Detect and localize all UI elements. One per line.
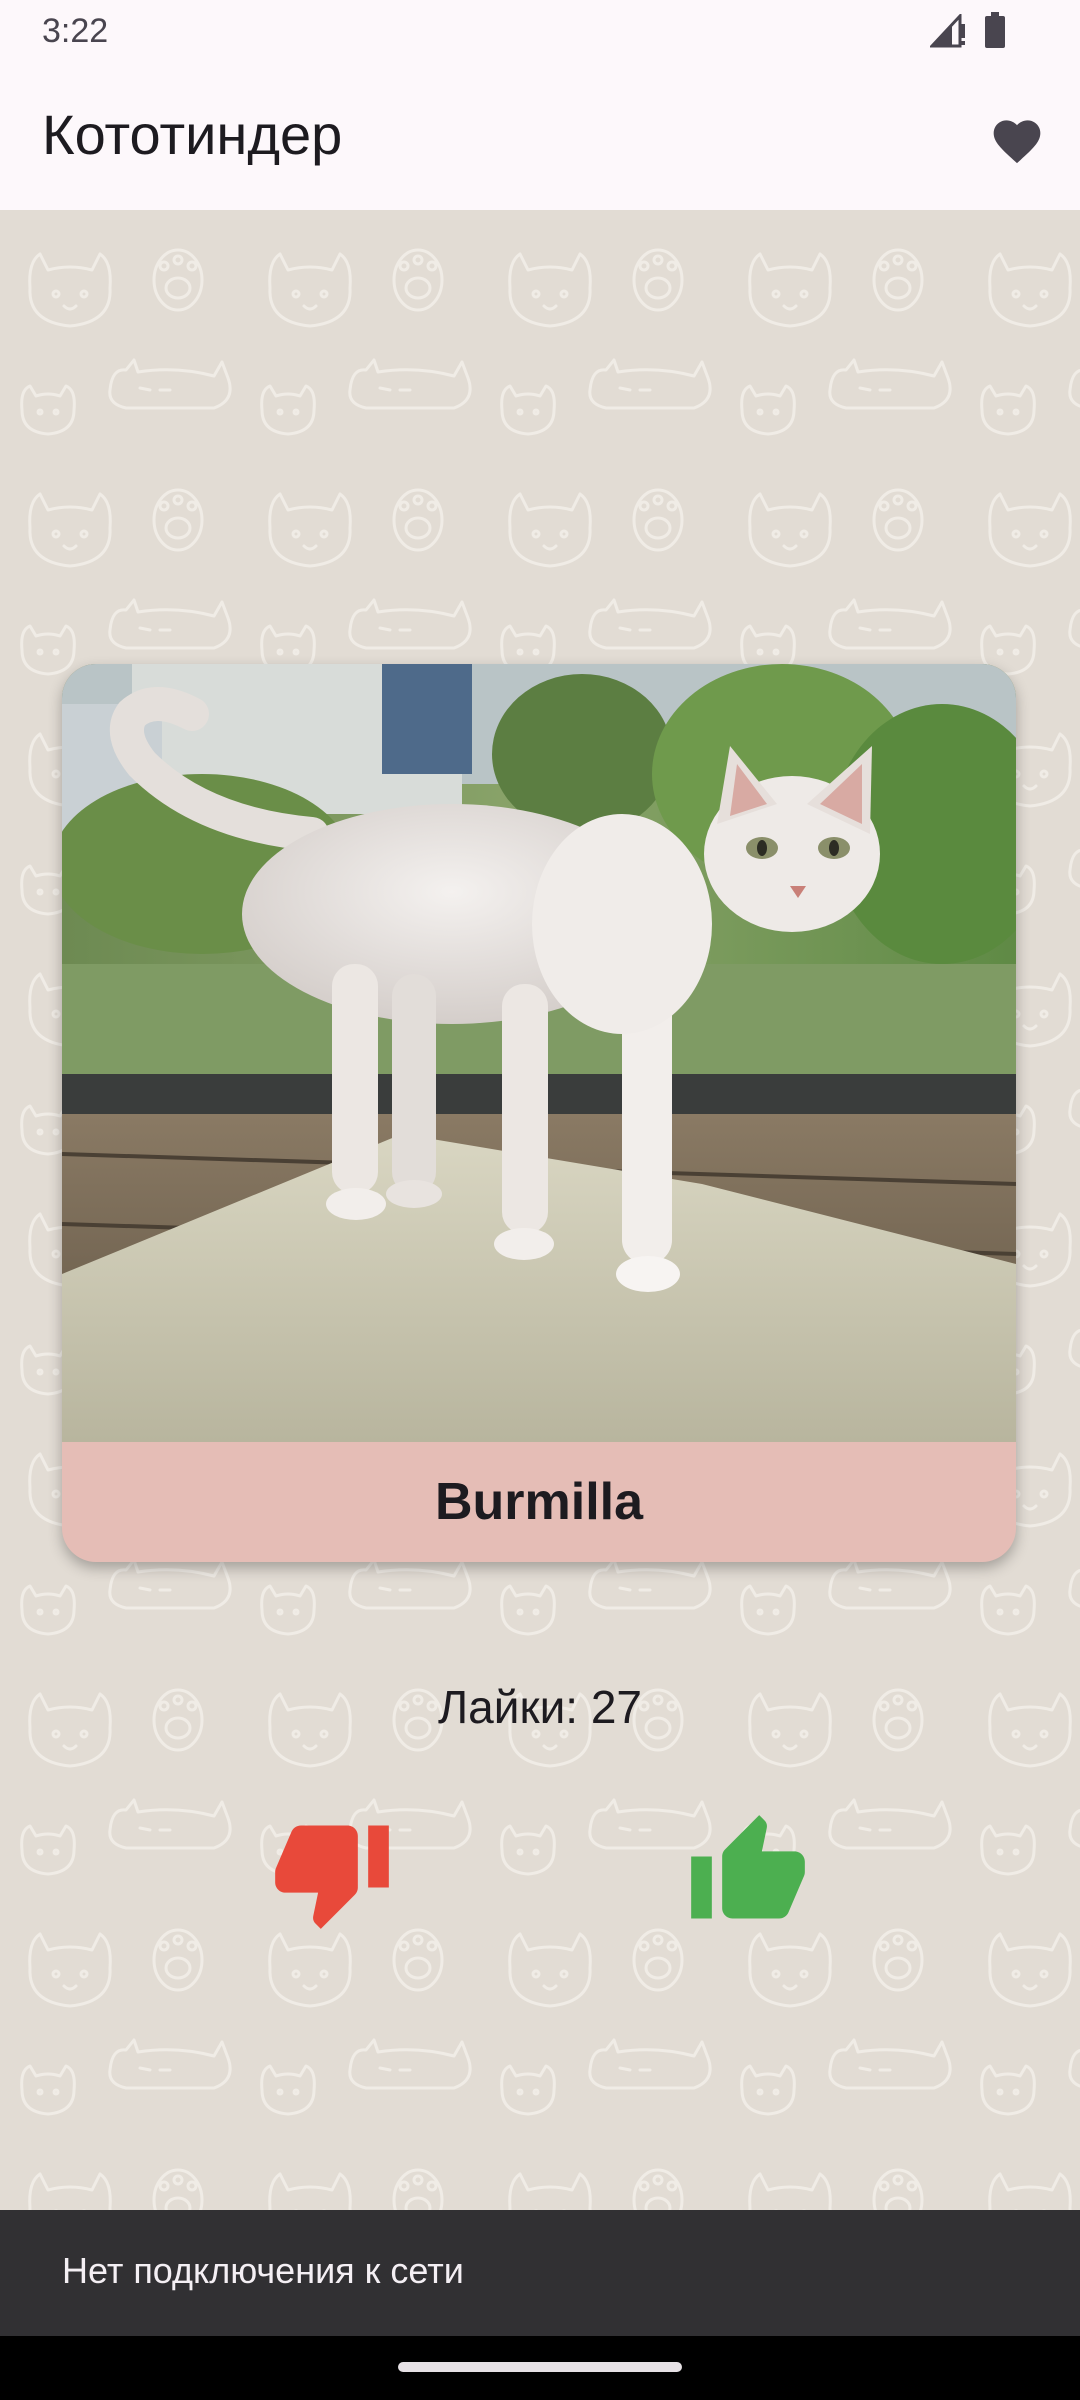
snackbar: Нет подключения к сети [0, 2210, 1080, 2336]
gesture-handle[interactable] [398, 2362, 682, 2372]
signal-icon [930, 14, 965, 48]
heart-icon [993, 120, 1041, 164]
app-title: Кототиндер [42, 103, 343, 166]
snackbar-message: Нет подключения к сети [62, 2250, 464, 2291]
cat-photo [62, 664, 1016, 1442]
status-bar: 3:22 [0, 0, 1080, 62]
main-content: Burmilla Лайки: 27 [0, 210, 1080, 2210]
cat-card[interactable]: Burmilla [62, 664, 1016, 1562]
app-bar: Кототиндер [0, 62, 1080, 210]
likes-count: Лайки: 27 [437, 1681, 642, 1733]
battery-icon [985, 12, 1005, 48]
breed-name: Burmilla [434, 1473, 644, 1531]
thumb-down-icon [275, 1825, 389, 1929]
favorites-button[interactable] [982, 104, 1052, 174]
thumb-up-icon [691, 1815, 805, 1919]
status-time: 3:22 [42, 12, 109, 50]
like-button[interactable] [686, 1810, 810, 1934]
dislike-button[interactable] [270, 1810, 394, 1934]
system-nav-bar [0, 2336, 1080, 2400]
